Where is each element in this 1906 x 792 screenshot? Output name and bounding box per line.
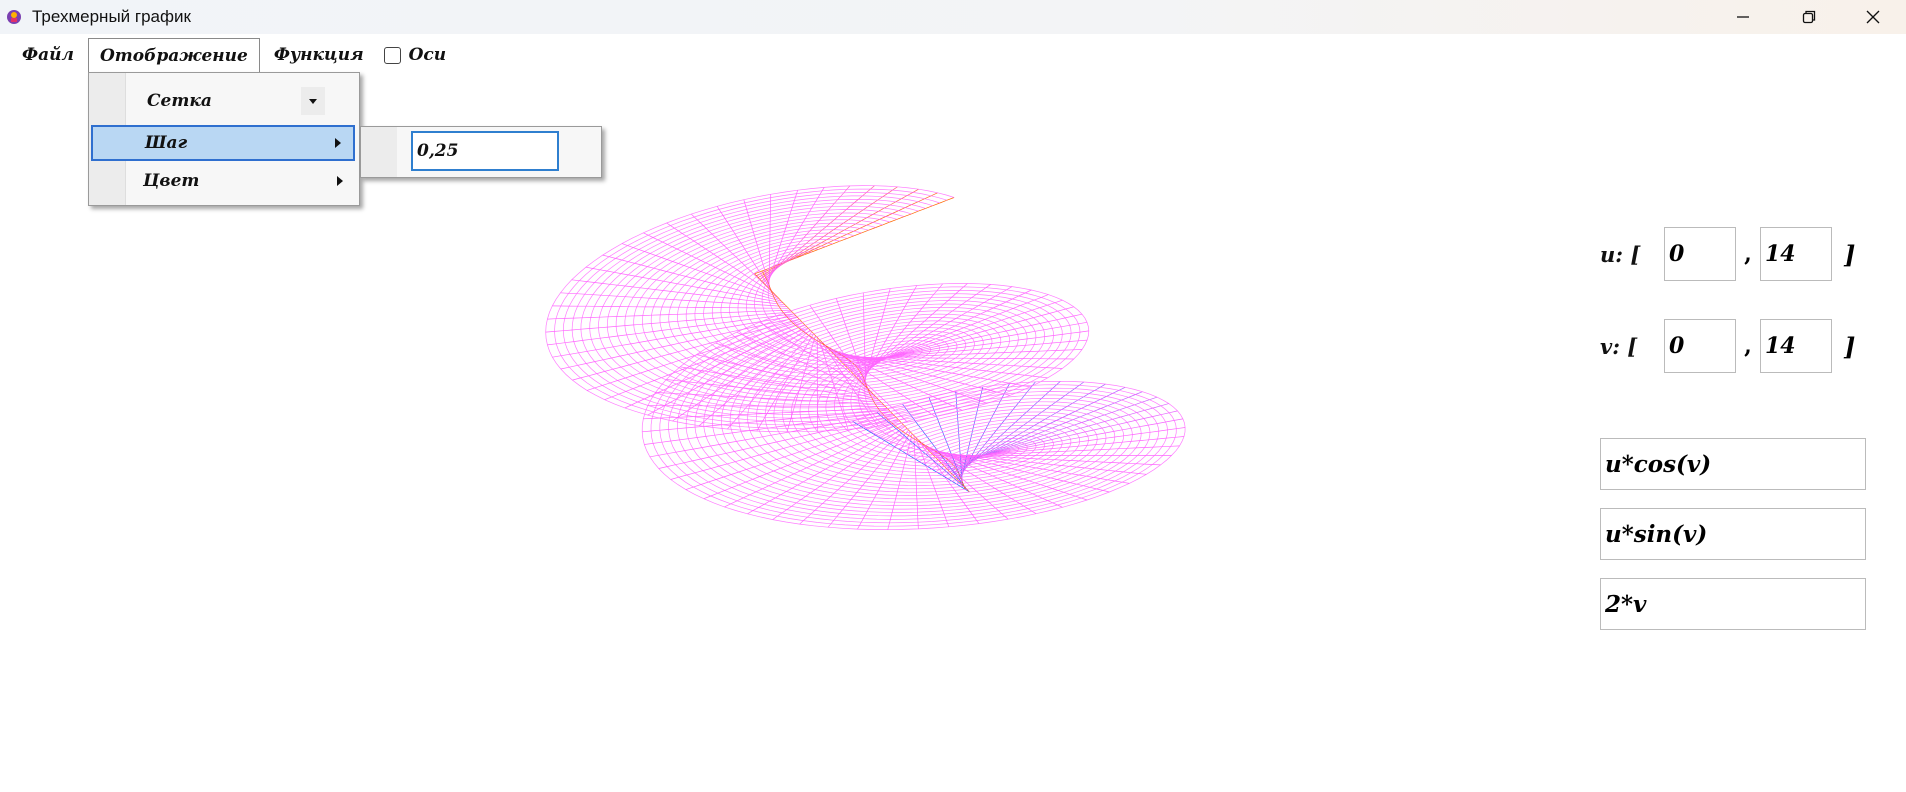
title-bar: Трехмерный график: [0, 0, 1906, 34]
menu-file[interactable]: Файл: [12, 38, 84, 72]
close-button[interactable]: [1840, 0, 1906, 34]
menu-item-grid[interactable]: Сетка: [91, 83, 355, 119]
display-dropdown: Сетка Шаг Цвет: [88, 72, 360, 206]
minimize-button[interactable]: [1710, 0, 1776, 34]
menu-item-color-label: Цвет: [143, 171, 200, 191]
close-icon: [1866, 10, 1880, 24]
u-range-row: u: [ , ]: [1600, 226, 1855, 282]
menu-item-color[interactable]: Цвет: [91, 163, 355, 199]
surface-wireframe: [545, 185, 1186, 530]
menu-bar: Файл Отображение Функция Оси: [0, 37, 447, 73]
v-range-row: v: [ , ]: [1600, 318, 1855, 374]
u-range-close: ]: [1844, 239, 1856, 269]
menu-item-step-label: Шаг: [145, 133, 188, 153]
menu-function[interactable]: Функция: [264, 38, 374, 72]
x-function-input[interactable]: [1600, 438, 1866, 490]
axes-label: Оси: [408, 45, 447, 65]
minimize-icon: [1737, 16, 1749, 18]
grid-combo-button[interactable]: [301, 87, 325, 115]
u-max-input[interactable]: [1760, 227, 1832, 281]
menu-item-grid-label: Сетка: [147, 91, 212, 111]
z-function-input[interactable]: [1600, 578, 1866, 630]
chevron-right-icon: [337, 176, 343, 186]
axes-checkbox[interactable]: [383, 46, 401, 64]
chevron-right-icon: [335, 138, 341, 148]
v-range-close: ]: [1844, 331, 1856, 361]
v-max-input[interactable]: [1760, 319, 1832, 373]
surface-plot[interactable]: [540, 70, 1240, 750]
v-range-separator: ,: [1744, 333, 1752, 359]
u-range-separator: ,: [1744, 241, 1752, 267]
u-min-input[interactable]: [1664, 227, 1736, 281]
window-title: Трехмерный график: [32, 7, 191, 26]
step-submenu: [360, 126, 602, 178]
restore-icon: [1802, 10, 1816, 24]
u-range-label: u: [: [1600, 241, 1641, 267]
chevron-down-icon: [309, 99, 317, 104]
menu-display[interactable]: Отображение: [87, 37, 260, 73]
menu-item-step[interactable]: Шаг: [91, 125, 355, 161]
y-function-input[interactable]: [1600, 508, 1866, 560]
step-input[interactable]: [411, 131, 559, 171]
maximize-button[interactable]: [1776, 0, 1842, 34]
v-min-input[interactable]: [1664, 319, 1736, 373]
app-icon: [7, 10, 21, 24]
submenu-gutter: [361, 127, 397, 177]
v-range-label: v: [: [1600, 333, 1638, 359]
axes-toggle[interactable]: Оси: [383, 45, 447, 65]
